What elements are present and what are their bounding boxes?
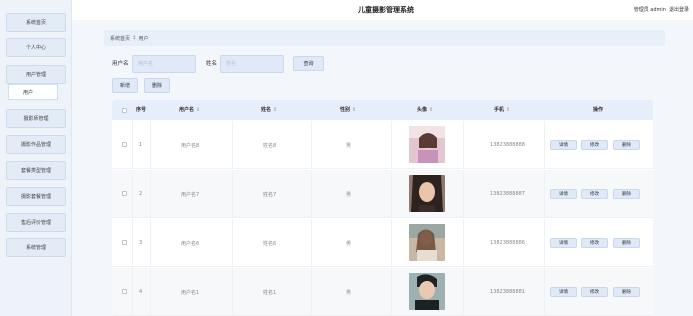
row-name: 姓名6	[263, 241, 277, 247]
detail-button[interactable]: 详情	[550, 189, 577, 199]
search-form: 用户名 姓名 查询	[112, 55, 652, 73]
row-gender: 男	[346, 290, 352, 296]
col-gender[interactable]: 性别 ⇕	[340, 106, 356, 113]
sort-icon[interactable]: ⇕	[273, 107, 277, 113]
row-gender: 男	[346, 241, 352, 247]
sidebar-subitem-user[interactable]: 用户	[8, 84, 58, 100]
table-row: 3 用户名6 姓名6 男 13823888886 详情 修改 删除	[112, 219, 653, 267]
edit-button[interactable]: 修改	[581, 140, 608, 150]
sort-icon[interactable]: ⇕	[352, 107, 356, 113]
row-checkbox[interactable]	[122, 191, 127, 196]
edit-button[interactable]: 修改	[581, 238, 608, 248]
delete-button[interactable]: 删除	[613, 238, 640, 248]
breadcrumb-home[interactable]: 系统首页	[110, 35, 130, 42]
col-index: 序号	[136, 107, 147, 113]
sidebar-item-works[interactable]: 摄影作品管理	[6, 135, 66, 154]
row-gender: 男	[346, 143, 352, 149]
add-button[interactable]: 新增	[112, 78, 138, 93]
row-name: 姓名8	[263, 143, 277, 149]
sidebar-item-profile[interactable]: 个人中心	[6, 38, 66, 57]
table-row: 1 用户名8 姓名8 男 13823888888 详情 修改 删除	[112, 121, 653, 169]
logout-link[interactable]: 退出登录	[669, 7, 689, 13]
delete-button[interactable]: 删除	[613, 287, 640, 297]
username-input[interactable]	[132, 55, 196, 73]
table-row: 2 用户名7 姓名7 男 13823888887 详情 修改 删除	[112, 170, 653, 218]
table-row: 4 用户名1 姓名1 男 13823888881 详情 修改 删除	[112, 268, 653, 316]
sort-icon[interactable]: ⇕	[429, 107, 433, 113]
sidebar-item-home[interactable]: 系统首页	[6, 13, 66, 32]
row-username: 用户名7	[181, 192, 200, 198]
name-label: 姓名	[206, 61, 218, 67]
row-index: 4	[139, 289, 143, 295]
sidebar-item-package[interactable]: 摄影套餐管理	[6, 187, 66, 206]
row-gender: 男	[346, 192, 352, 198]
batch-delete-button[interactable]: 删除	[144, 78, 170, 93]
detail-button[interactable]: 详情	[550, 287, 577, 297]
row-index: 2	[139, 191, 143, 197]
edit-button[interactable]: 修改	[581, 189, 608, 199]
user-table: 序号 用户名 ⇕ 姓名 ⇕ 性别 ⇕ 头像 ⇕ 手机 ⇕ 操作 1 用户名8 姓名8 男 …	[112, 100, 653, 316]
table-header: 序号 用户名 ⇕ 姓名 ⇕ 性别 ⇕ 头像 ⇕ 手机 ⇕ 操作	[112, 100, 653, 120]
sidebar-item-user-management[interactable]: 用户管理	[6, 65, 66, 84]
delete-button[interactable]: 删除	[613, 189, 640, 199]
col-name[interactable]: 姓名 ⇕	[261, 106, 277, 113]
user-area: 管理员 admin 退出登录	[634, 6, 689, 13]
select-all-checkbox[interactable]	[122, 108, 127, 113]
sidebar-item-review[interactable]: 售后评价管理	[6, 213, 66, 232]
top-bar: 儿童摄影管理系统 管理员 admin 退出登录	[72, 0, 693, 20]
name-input[interactable]	[220, 55, 284, 73]
row-checkbox[interactable]	[122, 240, 127, 245]
row-username: 用户名8	[181, 143, 200, 149]
sidebar: 系统首页 个人中心 用户管理 用户 摄影师管理 摄影作品管理 套餐类型管理 摄影…	[0, 0, 72, 316]
row-checkbox[interactable]	[122, 142, 127, 147]
delete-button[interactable]: 删除	[613, 140, 640, 150]
app-title: 儿童摄影管理系统	[358, 6, 414, 14]
row-phone: 13823888888	[490, 142, 525, 148]
col-actions: 操作	[593, 107, 604, 113]
breadcrumb: 系统首页 ‡ 用户	[104, 30, 665, 46]
row-name: 姓名7	[263, 192, 277, 198]
col-phone[interactable]: 手机 ⇕	[494, 106, 510, 113]
row-name: 姓名1	[263, 290, 277, 296]
row-username: 用户名6	[181, 241, 200, 247]
username-label: 用户名	[112, 61, 129, 67]
breadcrumb-separator: ‡	[133, 35, 136, 41]
row-phone: 13823888886	[490, 240, 525, 246]
row-username: 用户名1	[181, 290, 200, 296]
current-user: 管理员 admin	[633, 7, 666, 13]
avatar-image	[409, 273, 445, 310]
sort-icon[interactable]: ⇕	[196, 107, 200, 113]
col-avatar[interactable]: 头像 ⇕	[417, 106, 433, 113]
detail-button[interactable]: 详情	[550, 238, 577, 248]
row-index: 3	[139, 240, 143, 246]
edit-button[interactable]: 修改	[581, 287, 608, 297]
sidebar-item-system[interactable]: 系统管理	[6, 238, 66, 257]
col-username[interactable]: 用户名 ⇕	[179, 106, 200, 113]
row-phone: 13823888887	[490, 191, 525, 197]
search-button[interactable]: 查询	[293, 56, 324, 71]
detail-button[interactable]: 详情	[550, 140, 577, 150]
sidebar-item-photographer[interactable]: 摄影师管理	[6, 109, 66, 128]
breadcrumb-current: 用户	[138, 35, 149, 42]
row-phone: 13823888881	[490, 289, 525, 295]
row-index: 1	[139, 142, 143, 148]
avatar-image	[409, 126, 445, 163]
sidebar-item-package-type[interactable]: 套餐类型管理	[6, 161, 66, 180]
avatar-image	[409, 175, 445, 212]
avatar-image	[409, 224, 445, 261]
row-checkbox[interactable]	[122, 289, 127, 294]
sort-icon[interactable]: ⇕	[506, 107, 510, 113]
